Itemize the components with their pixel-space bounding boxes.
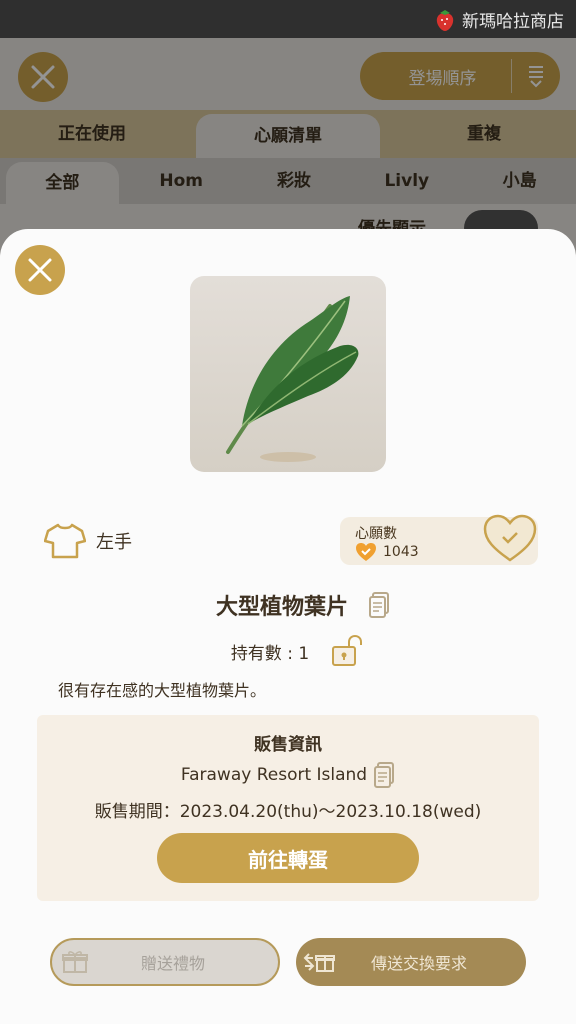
owned-row: 持有數 : 1 <box>0 635 576 667</box>
heart-check-icon <box>356 543 376 561</box>
wishlist-title: 心願數 <box>355 526 397 542</box>
sale-location: Faraway Resort Island <box>180 765 368 785</box>
wishlist-counter: 心願數 1043 <box>340 514 538 565</box>
wishlist-heart-button[interactable] <box>482 512 538 564</box>
wishlist-count: 1043 <box>383 544 419 560</box>
item-detail-sheet: 左手 心願數 1043 大型植物葉片 持有數 : 1 很有存在感的大型植物葉片。… <box>0 229 576 1024</box>
shop-indicator[interactable]: 新瑪哈拉商店 <box>434 7 564 32</box>
shop-name: 新瑪哈拉商店 <box>462 12 564 32</box>
shirt-icon <box>44 523 86 559</box>
item-name: 大型植物葉片 <box>215 595 348 620</box>
item-description: 很有存在感的大型植物葉片。 <box>58 681 267 700</box>
leaf-illustration <box>226 296 359 462</box>
document-icon[interactable] <box>368 592 390 618</box>
slot-label: 左手 <box>96 532 132 553</box>
gift-icon <box>52 950 98 974</box>
sale-info-panel: 販售資訊 Faraway Resort Island 販售期間：2023.04.… <box>37 715 539 901</box>
strawberry-icon <box>434 8 456 32</box>
trade-request-label: 傳送交換要求 <box>370 954 467 973</box>
trade-request-button[interactable]: 傳送交換要求 <box>296 938 526 986</box>
document-icon[interactable] <box>373 762 395 788</box>
owned-count: 持有數 : 1 <box>230 643 310 664</box>
send-gift-button[interactable]: 贈送禮物 <box>50 938 280 986</box>
item-image <box>190 276 386 472</box>
item-title-row: 大型植物葉片 <box>0 589 576 621</box>
send-gift-label: 贈送禮物 <box>140 954 205 973</box>
wishlist-count-row: 1043 <box>355 542 419 562</box>
sale-location-row: Faraway Resort Island <box>37 762 539 788</box>
close-button[interactable] <box>15 245 65 295</box>
trade-icon <box>296 950 342 974</box>
status-bar: 新瑪哈拉商店 <box>0 0 576 38</box>
close-icon <box>28 258 52 282</box>
sale-period: 販售期間：2023.04.20(thu)～2023.10.18(wed) <box>94 802 482 822</box>
go-to-gacha-button[interactable]: 前往轉蛋 <box>157 833 419 883</box>
unlock-icon[interactable] <box>331 635 363 667</box>
equip-slot: 左手 <box>44 523 132 559</box>
sale-info-title: 販售資訊 <box>254 735 322 755</box>
